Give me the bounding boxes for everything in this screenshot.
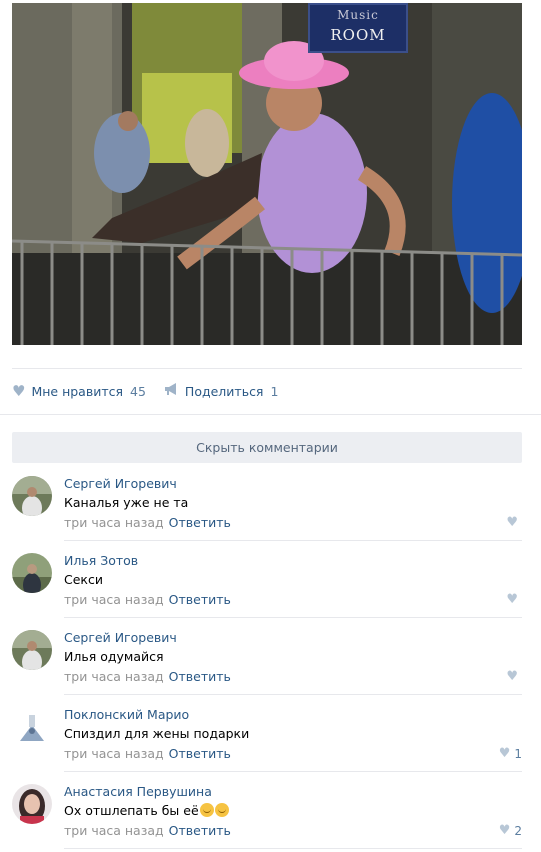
comment-time[interactable]: три часа назад — [64, 669, 164, 684]
comment-text: Ох отшлепать бы её — [64, 803, 229, 818]
share-count: 1 — [270, 383, 279, 399]
comment-item: Сергей Игоревич Каналья уже не та три ча… — [12, 464, 522, 541]
comment-author[interactable]: Илья Зотов — [64, 553, 138, 568]
smile-emoji-icon — [214, 803, 229, 817]
comment-meta: три часа назад Ответить — [64, 669, 231, 684]
heart-icon: ♥ — [498, 746, 511, 761]
comment-time[interactable]: три часа назад — [64, 746, 164, 761]
heart-icon: ♥ — [498, 823, 511, 838]
comment-item: Сергей Игоревич Илья одумайся три часа н… — [12, 618, 522, 695]
comment-text: Секси — [64, 572, 103, 587]
comment-meta: три часа назад Ответить — [64, 823, 231, 838]
like-label: Мне нравится — [31, 383, 124, 399]
heart-icon: ♥ — [12, 381, 26, 400]
comment-author[interactable]: Сергей Игоревич — [64, 630, 177, 645]
comment-time[interactable]: три часа назад — [64, 823, 164, 838]
comment-meta: три часа назад Ответить — [64, 746, 231, 761]
comment-like-count: 1 — [514, 746, 522, 761]
heart-icon: ♥ — [506, 592, 518, 607]
comment-text: Илья одумайся — [64, 649, 164, 664]
divider — [64, 848, 522, 849]
comment-text-content: Ох отшлепать бы её — [64, 803, 199, 818]
share-button[interactable]: Поделиться 1 — [164, 383, 279, 399]
heart-icon: ♥ — [506, 669, 518, 684]
comment-like-button[interactable]: ♥ — [506, 669, 522, 684]
like-button[interactable]: ♥ Мне нравится 45 — [12, 381, 146, 400]
avatar[interactable] — [12, 784, 52, 824]
music-room-sign: Music ROOM — [308, 3, 408, 53]
comment-item: Поклонский Марио Спиздил для жены подарк… — [12, 695, 522, 772]
sign-line-1: Music — [337, 8, 379, 22]
megaphone-icon — [164, 383, 179, 399]
comment-item: Илья Зотов Секси три часа назад Ответить … — [12, 541, 522, 618]
comment-author[interactable]: Анастасия Первушина — [64, 784, 212, 799]
share-label: Поделиться — [184, 383, 264, 399]
post-actions: ♥ Мне нравится 45 Поделиться 1 — [12, 378, 296, 404]
post-photo[interactable]: Music ROOM — [12, 3, 522, 345]
comment-meta: три часа назад Ответить — [64, 592, 231, 607]
comment-time[interactable]: три часа назад — [64, 515, 164, 530]
comment-like-count: 2 — [514, 823, 522, 838]
reply-button[interactable]: Ответить — [169, 823, 231, 838]
reply-button[interactable]: Ответить — [169, 515, 231, 530]
like-count: 45 — [130, 383, 146, 399]
comment-author[interactable]: Поклонский Марио — [64, 707, 189, 722]
reply-button[interactable]: Ответить — [169, 746, 231, 761]
comment-text: Спиздил для жены подарки — [64, 726, 250, 741]
avatar[interactable] — [12, 630, 52, 670]
comment-text: Каналья уже не та — [64, 495, 189, 510]
comment-like-button[interactable]: ♥ 1 — [499, 746, 522, 761]
avatar[interactable] — [12, 553, 52, 593]
comment-like-button[interactable]: ♥ — [506, 515, 522, 530]
comment-time[interactable]: три часа назад — [64, 592, 164, 607]
comment-item: Анастасия Первушина Ох отшлепать бы её т… — [12, 772, 522, 849]
hide-comments-button[interactable]: Скрыть комментарии — [12, 432, 522, 463]
comment-author[interactable]: Сергей Игоревич — [64, 476, 177, 491]
comment-like-button[interactable]: ♥ — [506, 592, 522, 607]
avatar[interactable] — [12, 476, 52, 516]
reply-button[interactable]: Ответить — [169, 669, 231, 684]
avatar[interactable] — [12, 707, 52, 747]
reply-button[interactable]: Ответить — [169, 592, 231, 607]
comment-like-button[interactable]: ♥ 2 — [499, 823, 522, 838]
divider — [0, 414, 541, 415]
divider — [12, 368, 522, 369]
comment-meta: три часа назад Ответить — [64, 515, 231, 530]
smile-emoji-icon — [199, 803, 214, 817]
heart-icon: ♥ — [506, 515, 518, 530]
sign-line-2: ROOM — [330, 26, 386, 44]
photo-scene — [12, 3, 522, 345]
